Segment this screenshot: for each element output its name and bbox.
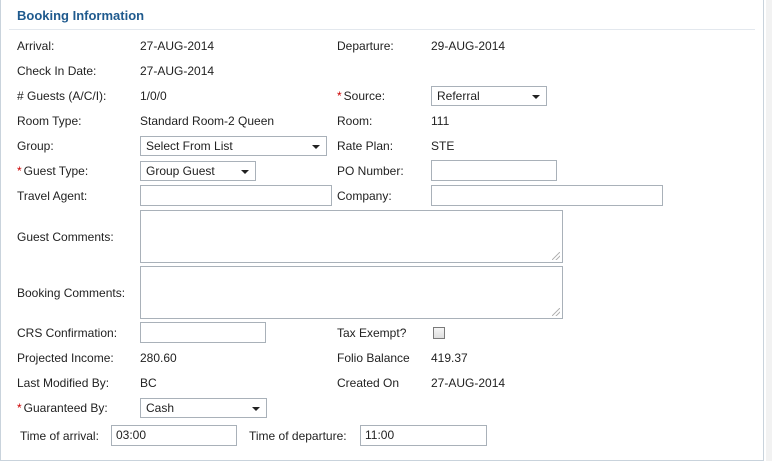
last-modified-value: BC: [140, 376, 157, 390]
po-number-label: PO Number:: [337, 164, 404, 178]
chevron-down-icon: [312, 145, 320, 149]
checkin-label: Check In Date:: [17, 64, 97, 78]
guest-comments-textarea[interactable]: [140, 210, 563, 263]
folio-balance-value: 419.37: [431, 351, 468, 365]
guaranteed-by-selected-value: Cash: [146, 401, 175, 415]
travel-agent-input[interactable]: [140, 185, 332, 206]
source-label-text: Source:: [343, 89, 386, 103]
guest-type-selected-value: Group Guest: [146, 164, 215, 178]
projected-income-label: Projected Income:: [17, 351, 114, 365]
chevron-down-icon: [532, 95, 540, 99]
last-modified-label: Last Modified By:: [17, 376, 110, 390]
crs-confirmation-label: CRS Confirmation:: [17, 326, 118, 340]
folio-balance-label: Folio Balance: [337, 351, 410, 365]
guaranteed-by-select[interactable]: Cash: [140, 398, 267, 418]
departure-label: Departure:: [337, 39, 394, 53]
departure-value: 29-AUG-2014: [431, 39, 506, 53]
arrival-value: 27-AUG-2014: [140, 39, 215, 53]
travel-agent-label: Travel Agent:: [17, 189, 88, 203]
guests-value: 1/0/0: [140, 89, 167, 103]
guests-label: # Guests (A/C/I):: [17, 89, 107, 103]
rate-plan-value: STE: [431, 139, 455, 153]
required-marker: *: [17, 401, 22, 415]
resize-grip-icon[interactable]: [552, 308, 560, 316]
guaranteed-by-label-text: Guaranteed By:: [23, 401, 108, 415]
guest-type-label: * Guest Type:: [17, 164, 88, 178]
time-of-arrival-input[interactable]: 03:00: [111, 425, 237, 446]
rate-plan-label: Rate Plan:: [337, 139, 394, 153]
booking-comments-textarea[interactable]: [140, 266, 563, 319]
time-of-departure-input[interactable]: 11:00: [360, 425, 487, 446]
source-select[interactable]: Referral: [431, 86, 547, 106]
booking-comments-label: Booking Comments:: [17, 286, 126, 300]
room-type-label: Room Type:: [17, 114, 82, 128]
room-label: Room:: [337, 114, 373, 128]
title-divider: [9, 29, 755, 30]
group-select[interactable]: Select From List: [140, 136, 327, 156]
crs-confirmation-input[interactable]: [140, 322, 266, 343]
guest-comments-label: Guest Comments:: [17, 230, 114, 244]
source-label: * Source:: [337, 89, 385, 103]
time-of-departure-label: Time of departure:: [249, 429, 347, 443]
required-marker: *: [337, 89, 342, 103]
tax-exempt-checkbox[interactable]: [433, 327, 445, 339]
guest-type-select[interactable]: Group Guest: [140, 161, 256, 181]
chevron-down-icon: [241, 170, 249, 174]
required-marker: *: [17, 164, 22, 178]
arrival-label: Arrival:: [17, 39, 55, 53]
group-label: Group:: [17, 139, 54, 153]
created-on-label: Created On: [337, 376, 400, 390]
time-of-arrival-label: Time of arrival:: [20, 429, 99, 443]
checkin-value: 27-AUG-2014: [140, 64, 215, 78]
source-selected-value: Referral: [437, 89, 480, 103]
projected-income-value: 280.60: [140, 351, 177, 365]
po-number-input[interactable]: [431, 160, 557, 181]
tax-exempt-label: Tax Exempt?: [337, 326, 407, 340]
section-title: Booking Information: [17, 8, 145, 23]
chevron-down-icon: [252, 407, 260, 411]
guest-type-label-text: Guest Type:: [23, 164, 89, 178]
room-type-value: Standard Room-2 Queen: [140, 114, 275, 128]
resize-grip-icon[interactable]: [552, 252, 560, 260]
company-label: Company:: [337, 189, 392, 203]
company-input[interactable]: [431, 185, 663, 206]
created-on-value: 27-AUG-2014: [431, 376, 506, 390]
right-scroll-gutter: [766, 0, 772, 461]
booking-information-panel: Booking Information Arrival: 27-AUG-2014…: [0, 0, 764, 461]
guaranteed-by-label: * Guaranteed By:: [17, 401, 108, 415]
room-value: 111: [431, 114, 450, 128]
group-selected-value: Select From List: [146, 139, 233, 153]
